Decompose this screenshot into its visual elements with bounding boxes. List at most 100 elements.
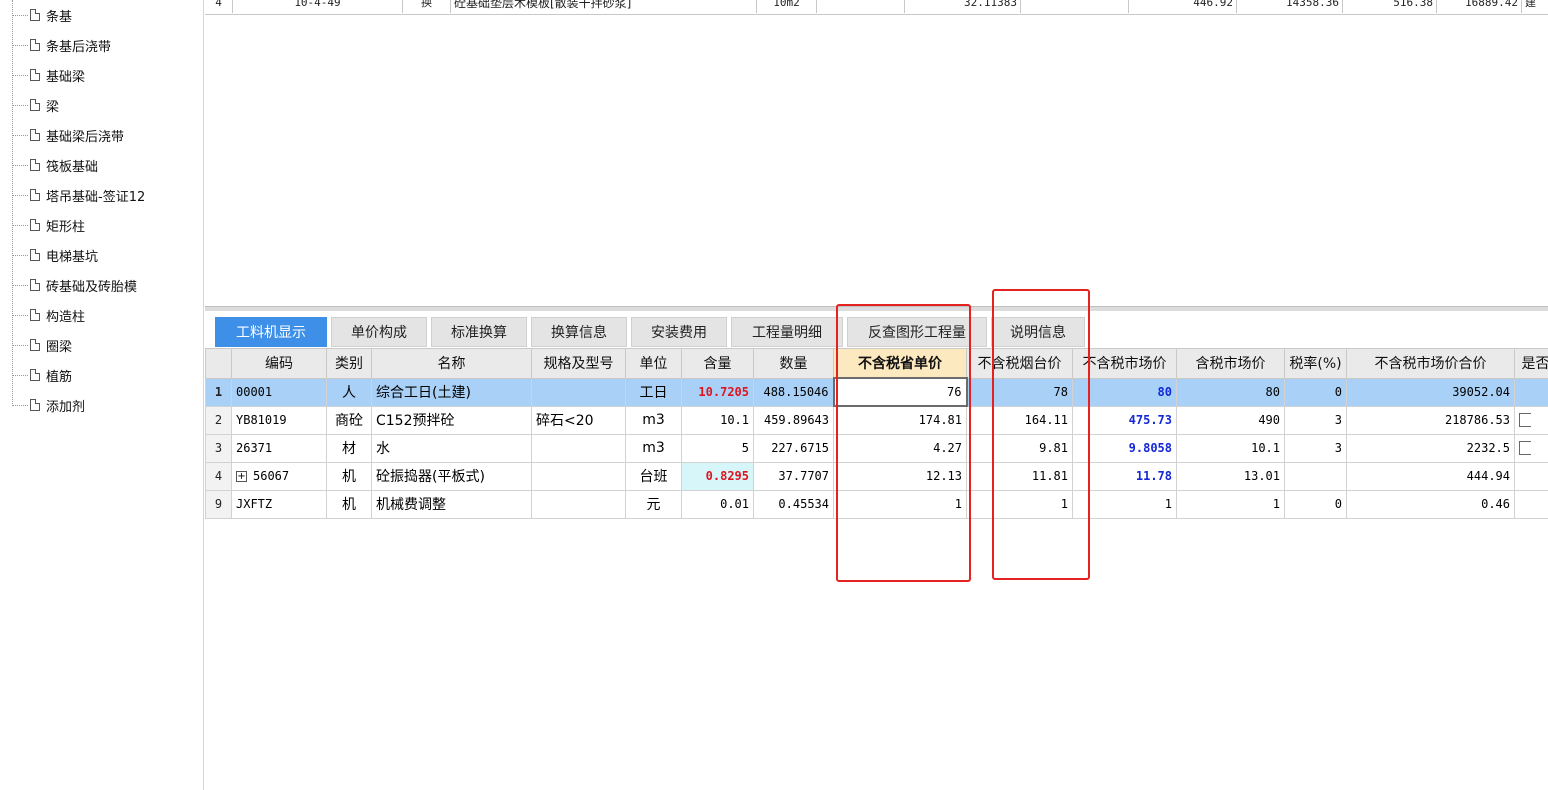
cell-spec[interactable] bbox=[531, 377, 626, 407]
table-row[interactable]: 9 JXFTZ 机 机械费调整 元 0.01 0.45534 1 1 1 1 0… bbox=[205, 489, 1548, 519]
cell-type[interactable]: 材 bbox=[326, 433, 372, 463]
tree-item-zhuanjichu[interactable]: 砖基础及砖胎模 bbox=[12, 275, 137, 295]
cell-market-total[interactable]: 218786.53 bbox=[1346, 405, 1515, 435]
cell-price-yantai[interactable]: 78 bbox=[966, 377, 1073, 407]
cell-name[interactable]: 机械费调整 bbox=[371, 489, 532, 519]
tab-labor-material-machine[interactable]: 工料机显示 bbox=[215, 317, 327, 347]
upper-row-unit[interactable]: 10m2 bbox=[757, 0, 817, 13]
upper-row-col2[interactable]: 16889.42 bbox=[1437, 0, 1522, 13]
cell-code[interactable]: 26371 bbox=[231, 433, 327, 463]
cell-name[interactable]: 砼振捣器(平板式) bbox=[371, 461, 532, 491]
cell-quantity[interactable]: 227.6715 bbox=[753, 433, 834, 463]
cell-market-total[interactable]: 2232.5 bbox=[1346, 433, 1515, 463]
cell-tax-rate[interactable]: 0 bbox=[1284, 377, 1347, 407]
col-header-code[interactable]: 编码 bbox=[231, 348, 327, 379]
tab-installation-fee[interactable]: 安装费用 bbox=[631, 317, 727, 347]
table-row[interactable]: 3 26371 材 水 m3 5 227.6715 4.27 9.81 9.80… bbox=[205, 433, 1548, 463]
upper-row-price[interactable]: 446.92 bbox=[1129, 0, 1237, 13]
cell-spec[interactable] bbox=[531, 461, 626, 491]
row-number[interactable]: 3 bbox=[205, 433, 232, 463]
cell-market-price-excl[interactable]: 475.73 bbox=[1072, 405, 1177, 435]
cell-type[interactable]: 商砼 bbox=[326, 405, 372, 435]
cell-content[interactable]: 10.1 bbox=[681, 405, 754, 435]
col-header-price-yantai[interactable]: 不含税烟台价 bbox=[966, 348, 1073, 379]
tab-description-info[interactable]: 说明信息 bbox=[991, 317, 1085, 347]
cell-unit[interactable]: m3 bbox=[625, 405, 682, 435]
tree-item-fabanjichu[interactable]: 筏板基础 bbox=[12, 155, 98, 175]
cell-market-price-excl[interactable]: 80 bbox=[1072, 377, 1177, 407]
cell-quantity[interactable]: 0.45534 bbox=[753, 489, 834, 519]
tree-item-zhijin[interactable]: 植筋 bbox=[12, 365, 72, 385]
upper-row-quantity[interactable]: 32.11383 bbox=[905, 0, 1021, 13]
cell-price-yantai[interactable]: 1 bbox=[966, 489, 1073, 519]
tree-item-tiaoji[interactable]: 条基 bbox=[12, 5, 72, 25]
cell-tax-rate[interactable]: 3 bbox=[1284, 405, 1347, 435]
col-header-market-total[interactable]: 不含税市场价合价 bbox=[1346, 348, 1515, 379]
col-header-content[interactable]: 含量 bbox=[681, 348, 754, 379]
cell-tax-rate[interactable]: 3 bbox=[1284, 433, 1347, 463]
tree-item-diantijikeng[interactable]: 电梯基坑 bbox=[12, 245, 98, 265]
col-header-unit[interactable]: 单位 bbox=[625, 348, 682, 379]
cell-code[interactable]: JXFTZ bbox=[231, 489, 327, 519]
cell-market-total[interactable]: 0.46 bbox=[1346, 489, 1515, 519]
tab-conversion-info[interactable]: 换算信息 bbox=[531, 317, 627, 347]
cell-unit[interactable]: 工日 bbox=[625, 377, 682, 407]
cell-price-excl-tax[interactable]: 1 bbox=[833, 489, 967, 519]
row-number[interactable]: 2 bbox=[205, 405, 232, 435]
upper-row-empty-b[interactable] bbox=[1021, 0, 1129, 13]
tree-item-liang[interactable]: 梁 bbox=[12, 95, 59, 115]
upper-row-mark[interactable]: 换 bbox=[403, 0, 451, 13]
cell-price-excl-tax-editor[interactable]: 76 bbox=[832, 377, 968, 407]
table-row[interactable]: 2 YB81019 商砼 C152预拌砼 碎石<20 m3 10.1 459.8… bbox=[205, 405, 1548, 435]
tree-item-tianjiaji[interactable]: 添加剂 bbox=[12, 395, 85, 415]
tree-item-tadiaojichu[interactable]: 塔吊基础-签证12 bbox=[12, 185, 145, 205]
col-header-tax-rate[interactable]: 税率(%) bbox=[1284, 348, 1347, 379]
cell-unit[interactable]: 台班 bbox=[625, 461, 682, 491]
cell-content[interactable]: 0.8295 bbox=[681, 461, 754, 491]
upper-row-number[interactable]: 4 bbox=[205, 0, 233, 13]
tree-item-quanliang[interactable]: 圈梁 bbox=[12, 335, 72, 355]
cell-market-price-incl[interactable]: 80 bbox=[1176, 377, 1285, 407]
cell-price-yantai[interactable]: 9.81 bbox=[966, 433, 1073, 463]
row-number[interactable]: 1 bbox=[205, 377, 232, 407]
col-header-spec[interactable]: 规格及型号 bbox=[531, 348, 626, 379]
cell-name[interactable]: 水 bbox=[371, 433, 532, 463]
cell-content[interactable]: 0.01 bbox=[681, 489, 754, 519]
tree-item-juxingzhu[interactable]: 矩形柱 bbox=[12, 215, 85, 235]
cell-market-price-incl[interactable]: 1 bbox=[1176, 489, 1285, 519]
cell-tax-rate[interactable]: 0 bbox=[1284, 489, 1347, 519]
col-header-name[interactable]: 名称 bbox=[371, 348, 532, 379]
cell-market-total[interactable]: 39052.04 bbox=[1346, 377, 1515, 407]
cell-quantity[interactable]: 488.15046 bbox=[753, 377, 834, 407]
panel-splitter[interactable] bbox=[205, 306, 1548, 311]
tree-item-tiaoji-houjiaodai[interactable]: 条基后浇带 bbox=[12, 35, 111, 55]
col-header-flag[interactable]: 是否 bbox=[1514, 348, 1548, 379]
cell-price-excl-tax[interactable]: 12.13 bbox=[833, 461, 967, 491]
cell-tax-rate[interactable] bbox=[1284, 461, 1347, 491]
col-header-rownum[interactable] bbox=[205, 348, 232, 379]
cell-market-price-incl[interactable]: 490 bbox=[1176, 405, 1285, 435]
cell-name[interactable]: 综合工日(土建) bbox=[371, 377, 532, 407]
cell-flag[interactable] bbox=[1514, 433, 1548, 463]
row-number[interactable]: 9 bbox=[205, 489, 232, 519]
tab-quantity-detail[interactable]: 工程量明细 bbox=[731, 317, 843, 347]
tab-reverse-graphic-quantity[interactable]: 反查图形工程量 bbox=[847, 317, 987, 347]
tree-item-jichuliang[interactable]: 基础梁 bbox=[12, 65, 85, 85]
cell-market-price-incl[interactable]: 10.1 bbox=[1176, 433, 1285, 463]
expand-plus-icon[interactable]: + bbox=[236, 471, 247, 482]
cell-spec[interactable] bbox=[531, 489, 626, 519]
cell-market-total[interactable]: 444.94 bbox=[1346, 461, 1515, 491]
cell-type[interactable]: 机 bbox=[326, 461, 372, 491]
cell-spec[interactable]: 碎石<20 bbox=[531, 405, 626, 435]
cell-type[interactable]: 机 bbox=[326, 489, 372, 519]
upper-row-total[interactable]: 14358.36 bbox=[1237, 0, 1343, 13]
cell-price-yantai[interactable]: 164.11 bbox=[966, 405, 1073, 435]
cell-name[interactable]: C152预拌砼 bbox=[371, 405, 532, 435]
flag-checkbox[interactable] bbox=[1519, 441, 1531, 456]
table-row[interactable]: 4 +56067 机 砼振捣器(平板式) 台班 0.8295 37.7707 1… bbox=[205, 461, 1548, 491]
cell-content[interactable]: 5 bbox=[681, 433, 754, 463]
cell-quantity[interactable]: 459.89643 bbox=[753, 405, 834, 435]
row-number[interactable]: 4 bbox=[205, 461, 232, 491]
cell-price-excl-tax[interactable]: 4.27 bbox=[833, 433, 967, 463]
upper-row-col3[interactable]: 建 bbox=[1522, 0, 1548, 13]
